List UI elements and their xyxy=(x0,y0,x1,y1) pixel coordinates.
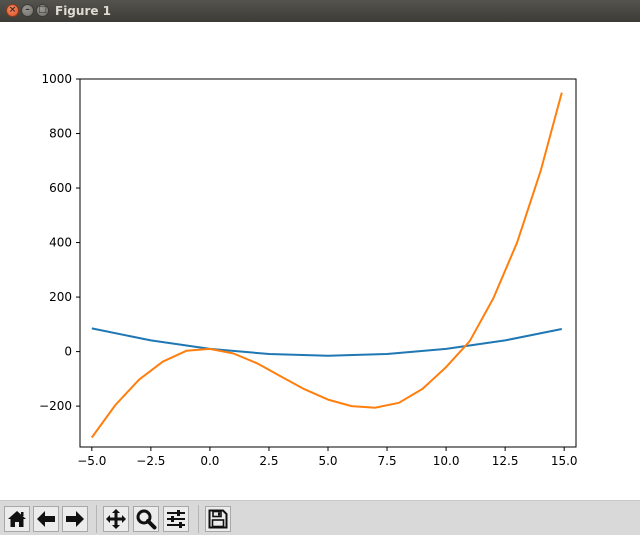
pan-move-icon xyxy=(106,509,126,529)
window-minimize-button[interactable]: – xyxy=(21,4,34,17)
window-title: Figure 1 xyxy=(55,4,112,18)
x-tick-label: 0.0 xyxy=(200,454,219,468)
toolbar-separator xyxy=(96,505,97,533)
save-floppy-icon xyxy=(208,509,228,529)
navigation-toolbar xyxy=(0,500,640,535)
window-titlebar[interactable]: × – □ Figure 1 xyxy=(0,0,640,22)
window-maximize-button[interactable]: □ xyxy=(36,4,49,17)
maximize-icon: □ xyxy=(38,5,47,15)
y-tick-label: 600 xyxy=(49,181,72,195)
configure-subplots-icon xyxy=(167,510,185,528)
x-tick-label: −5.0 xyxy=(77,454,106,468)
home-icon xyxy=(8,511,26,527)
pan-button[interactable] xyxy=(103,506,129,532)
close-icon: × xyxy=(8,5,17,15)
y-tick-label: 200 xyxy=(49,290,72,304)
toolbar-separator xyxy=(198,505,199,533)
x-tick-label: 15.0 xyxy=(551,454,578,468)
forward-arrow-icon xyxy=(66,511,84,527)
y-tick-label: 0 xyxy=(64,345,72,359)
x-tick-label: 2.5 xyxy=(259,454,278,468)
x-tick-label: 12.5 xyxy=(492,454,519,468)
zoom-magnifier-icon xyxy=(136,509,157,530)
back-arrow-icon xyxy=(37,511,55,527)
save-button[interactable] xyxy=(205,506,231,532)
series-line-1 xyxy=(91,327,562,357)
x-tick-label: 10.0 xyxy=(433,454,460,468)
y-tick-label: −200 xyxy=(39,399,72,413)
x-tick-label: −2.5 xyxy=(136,454,165,468)
zoom-button[interactable] xyxy=(133,506,159,532)
minimize-icon: – xyxy=(25,5,30,15)
x-tick-label: 7.5 xyxy=(378,454,397,468)
plot-canvas: −5.0 −2.5 0.0 2.5 5.0 7.5 10.0 12.5 15.0 −200 0 200… xyxy=(39,72,578,468)
series-line-2 xyxy=(90,92,563,439)
home-button[interactable] xyxy=(4,506,30,532)
y-tick-label: 400 xyxy=(49,236,72,250)
configure-subplots-button[interactable] xyxy=(163,506,189,532)
forward-button[interactable] xyxy=(62,506,88,532)
y-tick-label: 1000 xyxy=(41,72,72,86)
back-button[interactable] xyxy=(33,506,59,532)
x-tick-label: 5.0 xyxy=(318,454,337,468)
y-tick-label: 800 xyxy=(49,127,72,141)
axes-frame xyxy=(79,78,577,448)
window-close-button[interactable]: × xyxy=(6,4,19,17)
